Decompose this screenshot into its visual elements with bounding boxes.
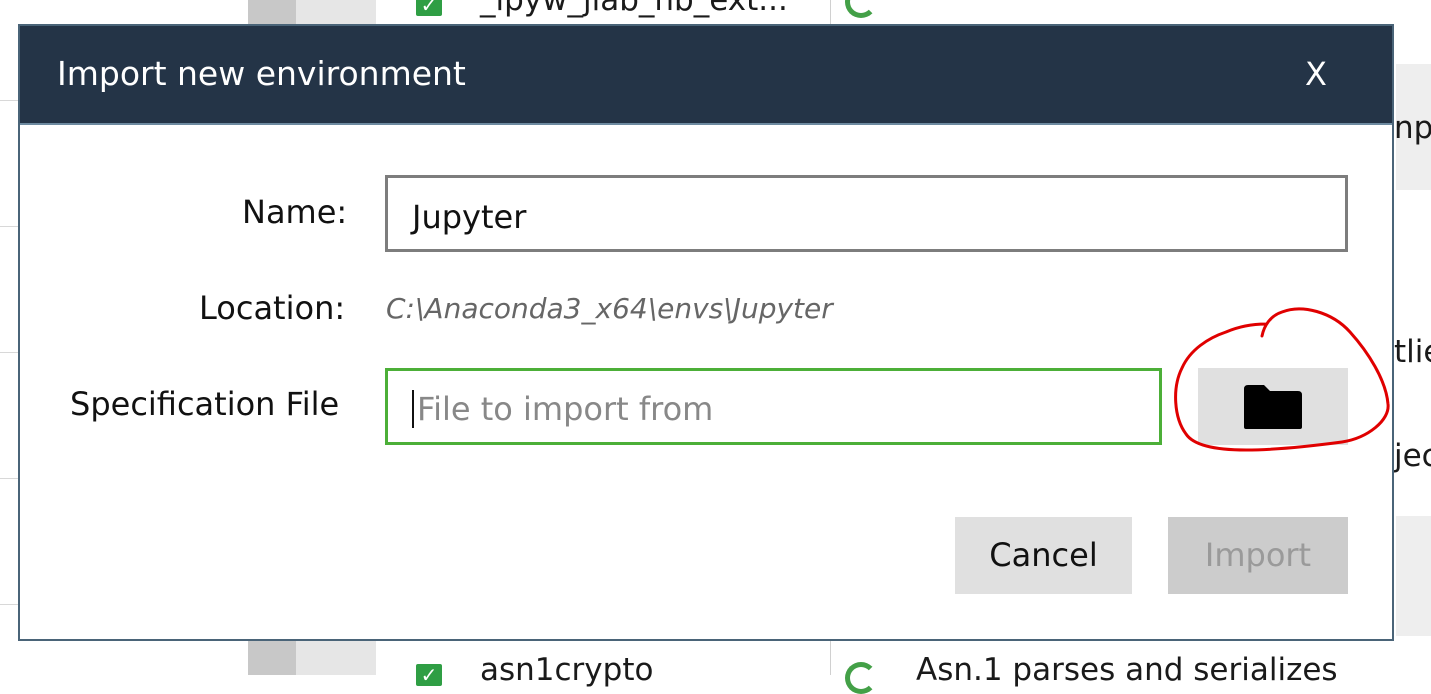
background-text-fragment: jec: [1394, 438, 1431, 474]
checkbox-checked-icon[interactable]: ✓: [416, 664, 442, 686]
spec-file-placeholder: File to import from: [417, 390, 714, 428]
package-name: asn1crypto: [480, 652, 654, 688]
package-description: Asn.1 parses and serializes: [916, 652, 1338, 688]
import-environment-dialog: Import new environment X Name: Jupyter L…: [18, 24, 1394, 641]
spec-file-input[interactable]: File to import from: [385, 368, 1162, 445]
close-button[interactable]: X: [1296, 52, 1336, 96]
background-text-fragment: npa: [1394, 110, 1431, 146]
spec-file-label: Specification File: [70, 385, 340, 423]
browse-folder-button[interactable]: [1198, 368, 1348, 445]
location-path: C:\Anaconda3_x64\envs\Jupyter: [386, 292, 833, 325]
name-field-value: Jupyter: [412, 198, 527, 236]
package-name: _ipyw_jlab_nb_ext...: [480, 0, 788, 18]
status-ring-icon: [845, 0, 877, 18]
folder-icon: [1244, 385, 1302, 429]
import-button[interactable]: Import: [1168, 517, 1348, 594]
text-caret: [412, 390, 414, 428]
checkbox-checked-icon[interactable]: ✓: [416, 0, 442, 16]
status-ring-icon: [845, 662, 877, 694]
dialog-title: Import new environment: [57, 54, 466, 93]
location-label: Location:: [199, 289, 346, 327]
background-panel: [1396, 516, 1431, 636]
name-field[interactable]: Jupyter: [385, 175, 1348, 252]
name-label: Name:: [242, 193, 348, 231]
background-text-fragment: tlie: [1394, 334, 1431, 370]
dialog-titlebar: Import new environment X: [20, 26, 1392, 125]
cancel-button[interactable]: Cancel: [955, 517, 1132, 594]
